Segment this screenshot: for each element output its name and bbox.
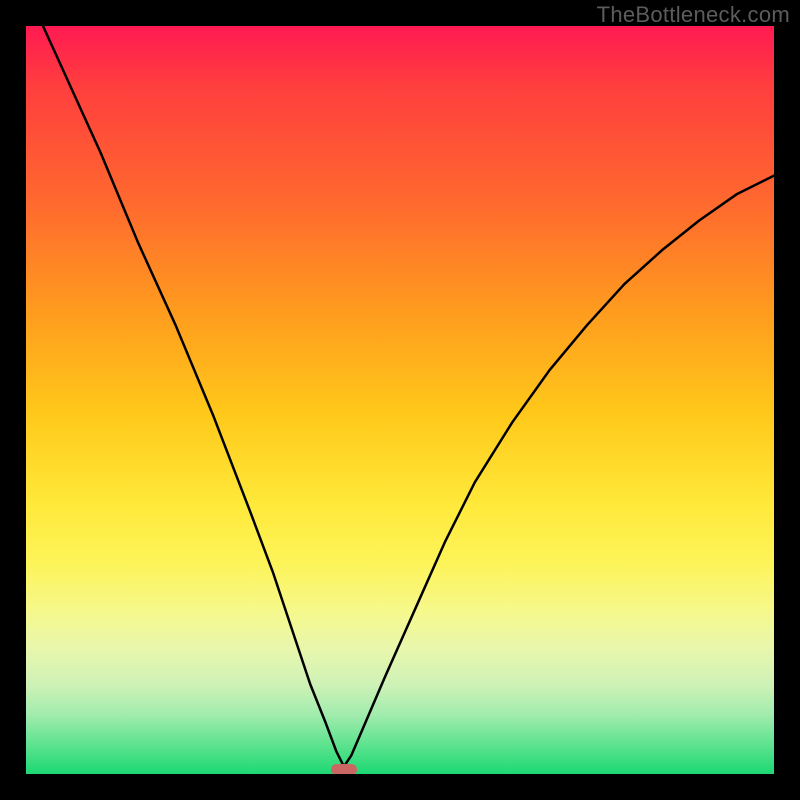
watermark-text: TheBottleneck.com xyxy=(597,2,790,28)
optimal-point-marker xyxy=(331,764,356,774)
plot-area xyxy=(26,26,774,774)
chart-frame: TheBottleneck.com xyxy=(0,0,800,800)
bottleneck-curve xyxy=(26,26,774,774)
